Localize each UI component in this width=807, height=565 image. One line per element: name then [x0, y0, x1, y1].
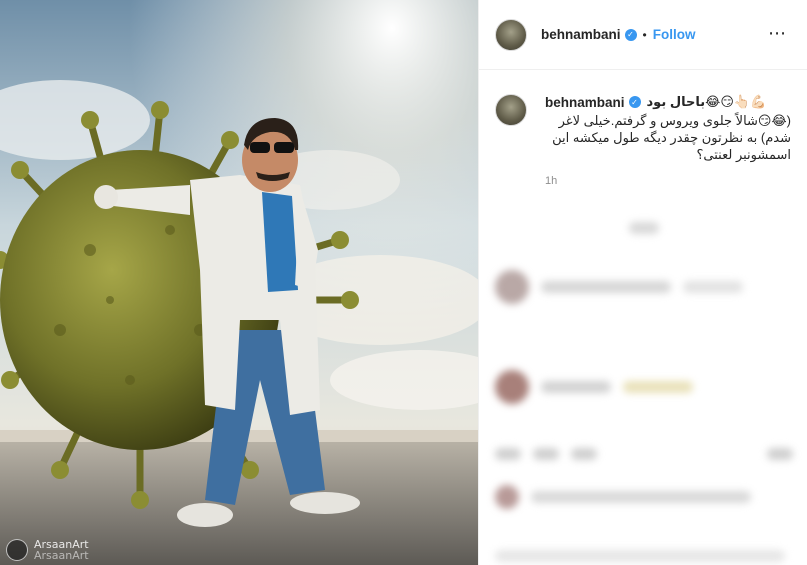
caption-first-line: 💪🏻👆🏻😏😂باحال بود: [646, 94, 767, 109]
post-header: behnambani ✓ • Follow ⋯: [479, 0, 807, 70]
author-avatar[interactable]: [495, 18, 527, 51]
blurred-actions: [495, 448, 793, 460]
blurred-comment-input: [495, 550, 785, 562]
blurred-likes: [495, 485, 751, 509]
author-username[interactable]: behnambani: [541, 27, 621, 42]
blurred-comment: [495, 370, 693, 404]
post-side-panel: behnambani ✓ • Follow ⋯ behnambani ✓ 💪🏻👆…: [478, 0, 807, 565]
verified-badge-icon: ✓: [624, 28, 637, 41]
follow-button[interactable]: Follow: [653, 27, 696, 42]
watermark-sub: ArsaanArt: [34, 549, 89, 562]
post-photo-illustration: [0, 0, 478, 565]
caption-body: behnambani ✓ 💪🏻👆🏻😏😂باحال بود (😂😏شالاً جل…: [545, 94, 791, 187]
camera-icon: [6, 539, 28, 561]
caption-verified-icon: ✓: [628, 96, 641, 108]
header-separator: •: [642, 27, 647, 42]
post-caption: behnambani ✓ 💪🏻👆🏻😏😂باحال بود (😂😏شالاً جل…: [479, 70, 807, 187]
blurred-comments-area: [479, 210, 807, 565]
caption-author-avatar[interactable]: [495, 94, 527, 126]
blurred-element: [629, 222, 659, 234]
instagram-post: ArsaanArt ArsaanArt behnambani ✓ • Follo…: [0, 0, 807, 565]
post-image[interactable]: ArsaanArt ArsaanArt: [0, 0, 478, 565]
image-watermark: ArsaanArt ArsaanArt: [6, 539, 89, 561]
caption-text: (😂😏شالاً جلوی ویروس و گرفتم.خیلی لاغر شد…: [552, 113, 791, 162]
caption-author-username[interactable]: behnambani: [545, 95, 625, 110]
post-timestamp[interactable]: 1h: [545, 175, 791, 187]
blurred-comment: [495, 270, 743, 304]
more-options-icon[interactable]: ⋯: [768, 24, 787, 42]
